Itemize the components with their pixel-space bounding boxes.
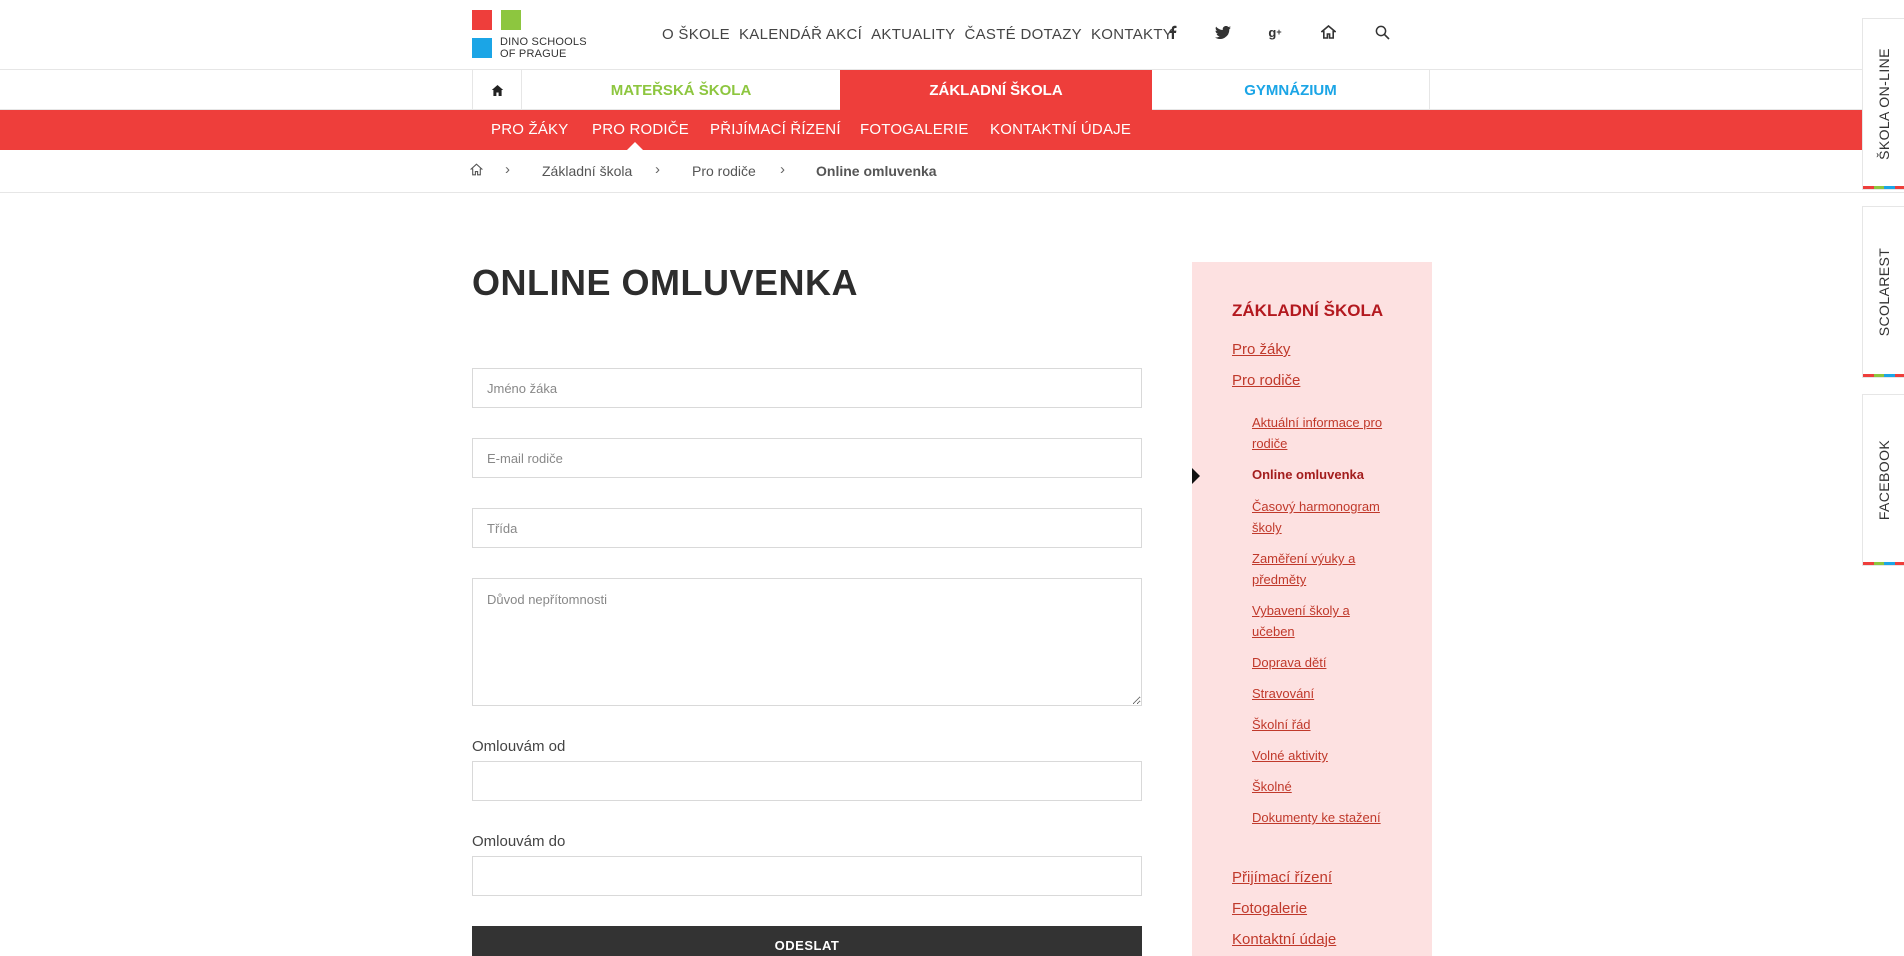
search-icon[interactable]: [1372, 22, 1392, 42]
sidebar-item-fotogalerie[interactable]: Fotogalerie: [1232, 900, 1307, 917]
sidebar-item-kontaktni-udaje[interactable]: Kontaktní údaje: [1232, 931, 1336, 948]
side-tab-facebook[interactable]: FACEBOOK: [1862, 394, 1904, 566]
dino-schools-logo[interactable]: DINO SCHOOLS OF PRAGUE: [472, 10, 602, 62]
sidebar-subitem-volne-aktivity[interactable]: Volné aktivity: [1252, 745, 1392, 766]
topnav-kontakty[interactable]: KONTAKTY: [1091, 26, 1173, 43]
breadcrumb-pro-rodice[interactable]: Pro rodiče: [692, 163, 756, 179]
sidebar-title: ZÁKLADNÍ ŠKOLA: [1232, 301, 1384, 320]
side-tab-label: FACEBOOK: [1875, 439, 1892, 521]
side-tab-color-bar: [1863, 374, 1904, 377]
logo-line-2: OF PRAGUE: [500, 48, 567, 60]
subnav-fotogalerie[interactable]: FOTOGALERIE: [860, 121, 969, 138]
section-tabs: MATEŘSKÁ ŠKOLA ZÁKLADNÍ ŠKOLA GYMNÁZIUM: [0, 70, 1904, 110]
tab-zakladni-skola[interactable]: ZÁKLADNÍ ŠKOLA: [840, 70, 1152, 110]
tab-home[interactable]: [472, 70, 522, 110]
facebook-icon[interactable]: [1163, 22, 1183, 42]
sidebar-item-pro-zaky[interactable]: Pro žáky: [1232, 341, 1290, 358]
logo-red-square: [472, 10, 492, 30]
side-tab-label: SCOLAREST: [1875, 247, 1892, 337]
section-sidebar: ZÁKLADNÍ ŠKOLA Pro žáky Pro rodiče Aktuá…: [1192, 262, 1432, 956]
absence-reason-textarea[interactable]: [472, 578, 1142, 706]
sidebar-subitem-skolne[interactable]: Školné: [1252, 776, 1392, 797]
subnav-kontaktni-udaje[interactable]: KONTAKTNÍ ÚDAJE: [990, 121, 1131, 138]
subnav-pro-rodice[interactable]: PRO RODIČE: [592, 121, 689, 138]
chevron-right-icon: ›: [655, 161, 660, 178]
logo-green-square: [501, 10, 521, 30]
site-header: DINO SCHOOLS OF PRAGUE O ŠKOLE KALENDÁŘ …: [0, 0, 1904, 70]
active-subnav-caret: [627, 142, 643, 150]
sidebar-subitem-casovy-harmonogram[interactable]: Časový harmonogram školy: [1252, 496, 1392, 538]
home-icon[interactable]: [1318, 22, 1338, 42]
topnav-kalendar-akci[interactable]: KALENDÁŘ AKCÍ: [739, 26, 862, 43]
side-tab-skola-online[interactable]: ŠKOLA ON-LINE: [1862, 18, 1904, 190]
sidebar-subitem-vybaveni-skoly[interactable]: Vybavení školy a učeben: [1252, 600, 1392, 642]
home-icon: [491, 84, 503, 96]
excuse-to-input[interactable]: [472, 856, 1142, 896]
sidebar-item-prijimaci-rizeni[interactable]: Přijímací řízení: [1232, 869, 1332, 886]
tab-gymnazium[interactable]: GYMNÁZIUM: [1152, 70, 1430, 110]
student-name-input[interactable]: [472, 368, 1142, 408]
sidebar-subitem-skolni-rad[interactable]: Školní řád: [1252, 714, 1392, 735]
side-tab-color-bar: [1863, 186, 1904, 189]
sidebar-item-pro-rodice[interactable]: Pro rodiče: [1232, 372, 1300, 389]
sidebar-subitem-dokumenty[interactable]: Dokumenty ke stažení: [1252, 807, 1392, 828]
sidebar-subitem-doprava-deti[interactable]: Doprava dětí: [1252, 652, 1392, 673]
sidebar-active-caret-icon: [1192, 468, 1200, 484]
topnav-caste-dotazy[interactable]: ČASTÉ DOTAZY: [964, 26, 1082, 43]
sidebar-subitem-online-omluvenka[interactable]: Online omluvenka: [1252, 464, 1392, 485]
side-tab-scolarest[interactable]: SCOLAREST: [1862, 206, 1904, 378]
sidebar-subitem-zamereni-vyuky[interactable]: Zaměření výuky a předměty: [1252, 548, 1392, 590]
topnav-aktuality[interactable]: AKTUALITY: [871, 26, 955, 43]
google-plus-icon[interactable]: g +: [1265, 22, 1285, 42]
parent-email-input[interactable]: [472, 438, 1142, 478]
excuse-from-input[interactable]: [472, 761, 1142, 801]
subnav-prijimaci-rizeni[interactable]: PŘIJÍMACÍ ŘÍZENÍ: [710, 121, 841, 138]
excuse-to-label: Omlouvám do: [472, 833, 566, 850]
chevron-right-icon: ›: [505, 161, 510, 178]
chevron-right-icon: ›: [780, 161, 785, 178]
topnav-o-skole[interactable]: O ŠKOLE: [662, 26, 730, 43]
subnav-pro-zaky[interactable]: PRO ŽÁKY: [491, 121, 568, 138]
breadcrumb: › Základní škola › Pro rodiče › Online o…: [0, 150, 1904, 193]
excuse-from-label: Omlouvám od: [472, 738, 566, 755]
class-input[interactable]: [472, 508, 1142, 548]
top-navigation: O ŠKOLE KALENDÁŘ AKCÍ AKTUALITY ČASTÉ DO…: [662, 26, 1173, 43]
logo-blue-square: [472, 38, 492, 58]
twitter-icon[interactable]: [1213, 22, 1233, 42]
breadcrumb-current: Online omluvenka: [816, 163, 937, 179]
sidebar-subitem-aktualni-informace[interactable]: Aktuální informace pro rodiče: [1252, 412, 1392, 454]
tab-materska-skola[interactable]: MATEŘSKÁ ŠKOLA: [522, 70, 840, 110]
side-tab-color-bar: [1863, 562, 1904, 565]
logo-text: DINO SCHOOLS OF PRAGUE: [500, 36, 587, 60]
logo-line-1: DINO SCHOOLS: [500, 36, 587, 48]
side-tab-label: ŠKOLA ON-LINE: [1875, 48, 1892, 160]
submit-button[interactable]: ODESLAT: [472, 926, 1142, 956]
sidebar-subitem-stravovani[interactable]: Stravování: [1252, 683, 1392, 704]
sub-navigation: PRO ŽÁKY PRO RODIČE PŘIJÍMACÍ ŘÍZENÍ FOT…: [0, 110, 1904, 150]
breadcrumb-zakladni-skola[interactable]: Základní škola: [542, 163, 632, 179]
page-title: ONLINE OMLUVENKA: [472, 262, 858, 303]
breadcrumb-home-icon[interactable]: [469, 163, 484, 179]
